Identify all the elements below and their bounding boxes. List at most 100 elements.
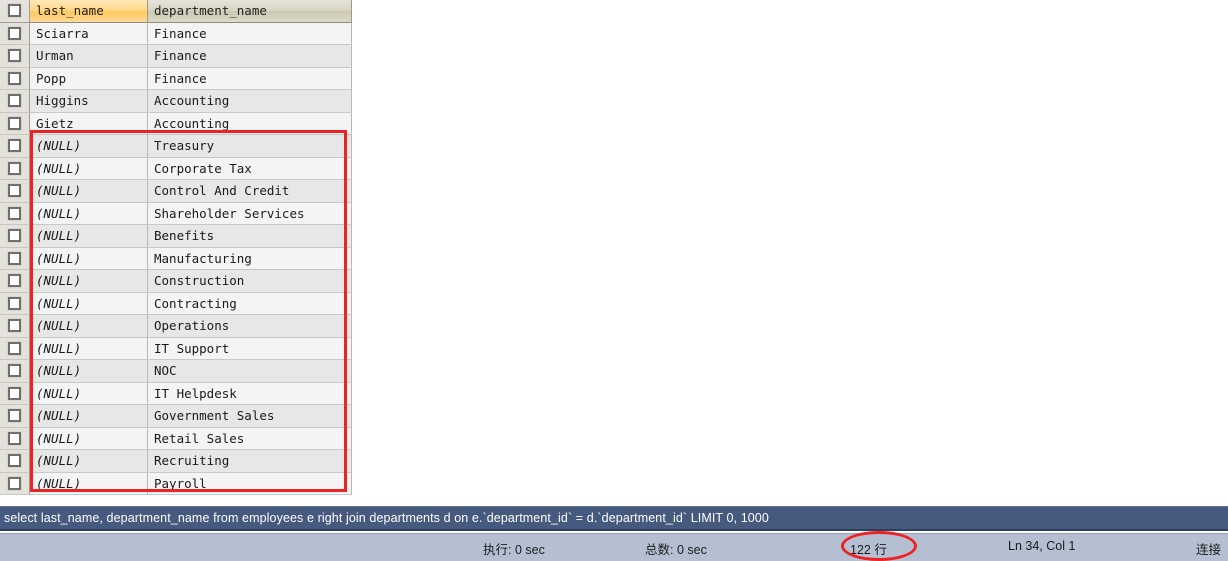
cell-department-name[interactable]: Contracting [148,292,352,315]
row-select-cell[interactable] [0,427,30,450]
row-select-cell[interactable] [0,360,30,383]
cell-department-name[interactable]: Control And Credit [148,180,352,203]
cell-last-name[interactable]: (NULL) [30,315,148,338]
cell-last-name[interactable]: (NULL) [30,247,148,270]
table-row[interactable]: Gietz Accounting [0,112,353,135]
table-row[interactable]: (NULL) Benefits [0,225,353,248]
row-select-checkbox[interactable] [7,453,22,469]
row-select-checkbox[interactable] [7,138,22,154]
cell-last-name[interactable]: (NULL) [30,450,148,473]
cell-department-name[interactable]: Manufacturing [148,247,352,270]
row-select-cell[interactable] [0,112,30,135]
cell-department-name[interactable]: Construction [148,270,352,293]
cell-last-name[interactable]: (NULL) [30,270,148,293]
table-row[interactable]: (NULL) IT Support [0,337,353,360]
table-row[interactable]: (NULL) Corporate Tax [0,157,353,180]
row-select-checkbox[interactable] [7,318,22,334]
cell-last-name[interactable]: Gietz [30,112,148,135]
table-row[interactable]: (NULL) IT Helpdesk [0,382,353,405]
cell-last-name[interactable]: (NULL) [30,360,148,383]
select-all-checkbox[interactable] [7,3,22,19]
cell-last-name[interactable]: Popp [30,67,148,90]
row-select-cell[interactable] [0,292,30,315]
cell-department-name[interactable]: Payroll [148,472,352,495]
row-select-cell[interactable] [0,90,30,113]
cell-department-name[interactable]: Shareholder Services [148,202,352,225]
cell-department-name[interactable]: Finance [148,67,352,90]
cell-department-name[interactable]: Finance [148,22,352,45]
table-row[interactable]: Sciarra Finance [0,22,353,45]
row-select-checkbox[interactable] [7,228,22,244]
row-select-cell[interactable] [0,135,30,158]
row-select-checkbox[interactable] [7,93,22,109]
row-select-checkbox[interactable] [7,160,22,176]
cell-department-name[interactable]: Accounting [148,112,352,135]
table-row[interactable]: (NULL) Government Sales [0,405,353,428]
row-select-cell[interactable] [0,450,30,473]
cell-department-name[interactable]: Retail Sales [148,427,352,450]
cell-last-name[interactable]: (NULL) [30,405,148,428]
table-row[interactable]: (NULL) NOC [0,360,353,383]
cell-department-name[interactable]: Benefits [148,225,352,248]
row-select-cell[interactable] [0,247,30,270]
select-all-cell[interactable] [0,0,30,23]
cell-last-name[interactable]: (NULL) [30,225,148,248]
table-row[interactable]: (NULL) Operations [0,315,353,338]
row-select-cell[interactable] [0,180,30,203]
cell-last-name[interactable]: (NULL) [30,202,148,225]
column-header-department-name[interactable]: department_name [148,0,352,23]
cell-department-name[interactable]: Government Sales [148,405,352,428]
row-select-checkbox[interactable] [7,363,22,379]
cell-department-name[interactable]: IT Helpdesk [148,382,352,405]
cell-last-name[interactable]: Sciarra [30,22,148,45]
row-select-checkbox[interactable] [7,250,22,266]
row-select-checkbox[interactable] [7,115,22,131]
table-row[interactable]: (NULL) Manufacturing [0,247,353,270]
table-row[interactable]: (NULL) Treasury [0,135,353,158]
row-select-cell[interactable] [0,270,30,293]
row-select-cell[interactable] [0,472,30,495]
cell-department-name[interactable]: Accounting [148,90,352,113]
table-row[interactable]: (NULL) Contracting [0,292,353,315]
row-select-cell[interactable] [0,22,30,45]
table-row[interactable]: (NULL) Payroll [0,472,353,495]
row-select-checkbox[interactable] [7,475,22,491]
cell-last-name[interactable]: (NULL) [30,382,148,405]
row-select-checkbox[interactable] [7,295,22,311]
row-select-cell[interactable] [0,225,30,248]
cell-last-name[interactable]: Higgins [30,90,148,113]
cell-last-name[interactable]: (NULL) [30,427,148,450]
sql-query-bar[interactable]: select last_name, department_name from e… [0,506,1228,531]
row-select-cell[interactable] [0,315,30,338]
result-grid[interactable]: last_name department_name Sciarra Finance… [0,0,353,495]
row-select-cell[interactable] [0,45,30,68]
cell-department-name[interactable]: IT Support [148,337,352,360]
row-select-checkbox[interactable] [7,340,22,356]
row-select-checkbox[interactable] [7,273,22,289]
row-select-checkbox[interactable] [7,183,22,199]
cell-last-name[interactable]: (NULL) [30,157,148,180]
row-select-checkbox[interactable] [7,430,22,446]
row-select-cell[interactable] [0,157,30,180]
row-select-checkbox[interactable] [7,70,22,86]
row-select-checkbox[interactable] [7,205,22,221]
row-select-checkbox[interactable] [7,25,22,41]
table-row[interactable]: (NULL) Shareholder Services [0,202,353,225]
table-row[interactable]: (NULL) Retail Sales [0,427,353,450]
row-select-cell[interactable] [0,67,30,90]
row-select-cell[interactable] [0,405,30,428]
cell-last-name[interactable]: (NULL) [30,292,148,315]
row-select-checkbox[interactable] [7,48,22,64]
cell-department-name[interactable]: Treasury [148,135,352,158]
cell-last-name[interactable]: (NULL) [30,180,148,203]
cell-department-name[interactable]: Finance [148,45,352,68]
cell-department-name[interactable]: NOC [148,360,352,383]
row-select-cell[interactable] [0,337,30,360]
row-select-cell[interactable] [0,382,30,405]
table-row[interactable]: (NULL) Control And Credit [0,180,353,203]
row-select-cell[interactable] [0,202,30,225]
cell-last-name[interactable]: (NULL) [30,337,148,360]
table-row[interactable]: (NULL) Construction [0,270,353,293]
cell-department-name[interactable]: Corporate Tax [148,157,352,180]
table-row[interactable]: Urman Finance [0,45,353,68]
